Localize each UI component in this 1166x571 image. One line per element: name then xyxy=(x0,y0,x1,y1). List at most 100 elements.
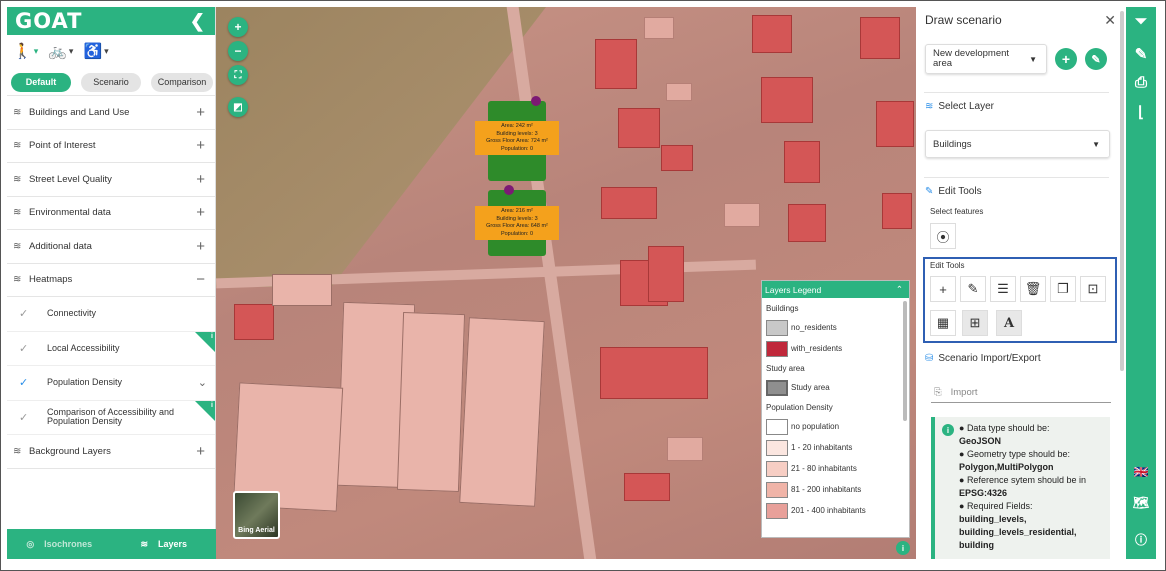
edit-icon: ✎ xyxy=(925,186,934,197)
heatmap-label: Local Accessibility xyxy=(47,342,120,353)
map-search-icon[interactable]: 🗺 xyxy=(1126,495,1156,511)
fullscreen-button[interactable]: ⛶ xyxy=(228,65,248,85)
check-icon: ✓ xyxy=(19,308,29,321)
section-title: Edit Tools xyxy=(938,186,982,197)
basemap-switcher[interactable]: Bing Aerial xyxy=(233,491,280,539)
legend-item: with_residents xyxy=(766,338,905,359)
layers-icon: ≋ xyxy=(13,106,22,118)
legend-header[interactable]: Layers Legend ⌃ xyxy=(762,281,909,298)
tab-layers[interactable]: ≋ Layers xyxy=(112,539,217,550)
heatmap-population-density[interactable]: ✓ Population Density ⌄ xyxy=(7,366,215,401)
walking-mode-button[interactable]: 🚶 ▾ xyxy=(13,42,38,60)
divider xyxy=(924,177,1109,178)
check-icon: ✓ xyxy=(19,342,29,355)
info-icon: i xyxy=(211,401,213,409)
legend-swatch xyxy=(766,481,788,498)
heatmap-local-accessibility[interactable]: ✓ Local Accessibility i xyxy=(7,331,215,366)
info-text: Required Fields: xyxy=(966,501,1033,511)
layers-icon: ≋ xyxy=(140,538,148,549)
print-icon[interactable]: ⎙ xyxy=(1126,74,1156,91)
info-value: EPSG:4326 xyxy=(959,487,1106,500)
info-icon[interactable]: ⓘ xyxy=(1126,531,1156,548)
chevron-down-icon: ▾ xyxy=(104,45,109,56)
wheelchair-icon: ♿ xyxy=(83,43,103,60)
menu-heatmaps[interactable]: ≋ Heatmaps − xyxy=(7,264,215,297)
heatmap-connectivity[interactable]: ✓ Connectivity xyxy=(7,297,215,332)
label-levels: Building levels: 3 xyxy=(496,215,538,222)
legend-label: no_residents xyxy=(791,323,837,332)
building xyxy=(624,473,670,501)
tab-isochrones[interactable]: ◎ Isochrones xyxy=(7,539,112,550)
menu-label: Environmental data xyxy=(29,207,111,219)
edit-icon[interactable]: ✎ xyxy=(1126,45,1156,63)
chevron-down-icon[interactable]: ⌄ xyxy=(198,376,207,389)
ruler-icon[interactable]: ⌊ xyxy=(1126,103,1156,121)
heatmap-comparison[interactable]: ✓ Comparison of Accessibility and Populat… xyxy=(7,400,215,435)
edit-scenario-button[interactable]: ✎ xyxy=(1085,48,1107,70)
filter-icon[interactable]: ⏷ xyxy=(1126,13,1156,30)
menu-point-of-interest[interactable]: ≋ Point of Interest + xyxy=(7,130,215,163)
tab-default[interactable]: Default xyxy=(11,72,71,92)
right-toolbar: ⏷ ✎ ⎙ ⌊ 🇬🇧 🗺 ⓘ xyxy=(1126,7,1156,559)
plus-icon: + xyxy=(196,103,205,121)
info-text: Geometry type should be: xyxy=(966,449,1070,459)
caret-down-icon: ▼ xyxy=(1092,139,1100,149)
scenario-select-value: New development area xyxy=(933,48,1010,69)
building xyxy=(724,203,760,227)
add-scenario-button[interactable]: + xyxy=(1055,48,1077,70)
chevron-down-icon: ▾ xyxy=(33,45,39,56)
info-bold: Polygon,MultiPolygon xyxy=(959,462,1054,472)
building xyxy=(234,304,274,340)
tab-comparison[interactable]: Comparison xyxy=(151,72,213,92)
building xyxy=(644,17,674,39)
chevron-left-icon[interactable]: ❮ xyxy=(190,11,205,32)
walking-icon: 🚶 xyxy=(13,43,32,60)
legend-swatch xyxy=(766,418,788,435)
menu-additional-data[interactable]: ≋ Additional data + xyxy=(7,230,215,264)
chevron-down-icon: ▾ xyxy=(68,45,74,56)
chevron-up-icon[interactable]: ⌃ xyxy=(896,284,903,295)
paperclip-icon: ⎘ xyxy=(934,387,942,398)
plus-icon: + xyxy=(196,170,205,188)
legend-scrollbar[interactable] xyxy=(903,301,907,421)
cycling-mode-button[interactable]: 🚲 ▾ xyxy=(48,42,73,60)
zoom-out-button[interactable]: − xyxy=(228,41,248,61)
building xyxy=(661,145,693,171)
map-canvas[interactable]: Area: 242 m² Building levels: 3 Gross Fl… xyxy=(216,7,916,559)
vertex-marker[interactable] xyxy=(504,185,514,195)
menu-environmental-data[interactable]: ≋ Environmental data + xyxy=(7,197,215,230)
info-line: ● Data type should be: xyxy=(959,423,1050,433)
layer-select[interactable]: Buildings ▼ xyxy=(925,130,1110,158)
language-flag-icon[interactable]: 🇬🇧 xyxy=(1126,465,1156,479)
hall xyxy=(272,274,332,306)
layers-icon: ≋ xyxy=(13,173,22,185)
zoom-in-button[interactable]: + xyxy=(228,17,248,37)
info-icon: i xyxy=(942,424,954,436)
panel-header: Draw scenario ✕ xyxy=(916,7,1126,33)
panel-scrollbar[interactable] xyxy=(1120,11,1124,371)
app-logo: GOAT xyxy=(15,9,83,33)
caret-down-icon: ▼ xyxy=(1029,54,1037,64)
vertex-marker[interactable] xyxy=(531,96,541,106)
import-input[interactable]: ⎘ Import xyxy=(931,383,1111,403)
tab-label: Layers xyxy=(158,539,188,549)
menu-street-level-quality[interactable]: ≋ Street Level Quality + xyxy=(7,163,215,197)
label-population: Population: 0 xyxy=(500,230,534,237)
menu-label: Additional data xyxy=(29,240,92,252)
close-icon[interactable]: ✕ xyxy=(1104,12,1116,29)
select-feature-tool[interactable]: ⦿ xyxy=(930,223,956,249)
database-icon: ⛁ xyxy=(925,353,934,364)
info-line: ● Required Fields: xyxy=(959,501,1033,511)
building xyxy=(882,193,912,229)
menu-buildings-land-use[interactable]: ≋ Buildings and Land Use + xyxy=(7,96,215,130)
info-icon[interactable]: i xyxy=(896,541,910,555)
legend-label: 1 - 20 inhabitants xyxy=(791,443,853,452)
tab-scenario[interactable]: Scenario xyxy=(81,72,141,92)
menu-background-layers[interactable]: ≋ Background Layers + xyxy=(7,435,215,469)
legend-label: no population xyxy=(791,422,840,431)
scenario-select[interactable]: New development area ▼ xyxy=(925,44,1047,74)
map-layers-button[interactable]: ◩ xyxy=(228,97,248,117)
building-info-label: Area: 216 m² Building levels: 3 Gross Fl… xyxy=(475,206,559,240)
legend-item: Study area xyxy=(766,377,905,398)
wheelchair-mode-button[interactable]: ♿ ▾ xyxy=(83,42,108,60)
